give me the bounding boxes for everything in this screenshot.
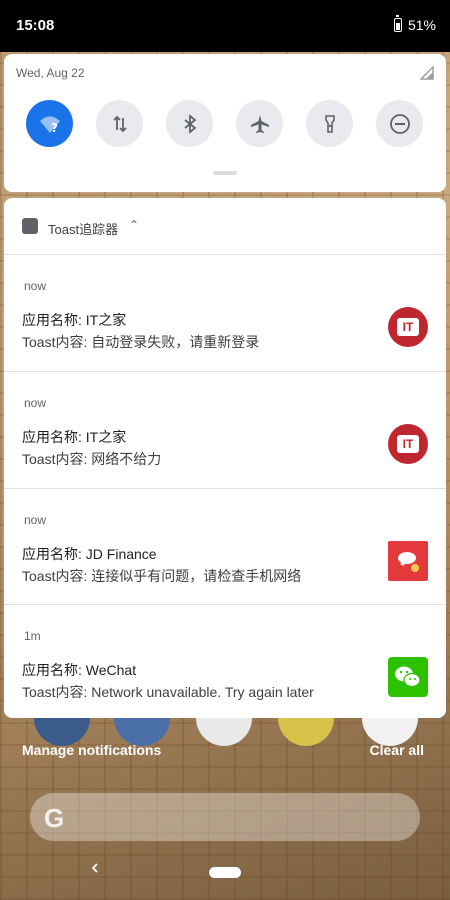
- notification-item[interactable]: now 应用名称: IT之家 Toast内容: 网络不给力 IT: [4, 372, 446, 488]
- wifi-icon: ?: [39, 116, 60, 135]
- notification-time: now: [24, 279, 47, 293]
- wifi-tile[interactable]: ?: [26, 100, 73, 147]
- do-not-disturb-icon: [389, 113, 410, 134]
- ithome-icon: IT: [388, 307, 428, 347]
- notification-item[interactable]: now 应用名称: JD Finance Toast内容: 连接似乎有问题，请检…: [4, 489, 446, 605]
- bluetooth-tile[interactable]: [166, 100, 213, 147]
- airplane-icon: [250, 114, 269, 133]
- battery-icon: [393, 15, 402, 32]
- notification-text: Toast内容: 连接似乎有问题，请检查手机网络: [22, 568, 302, 584]
- notification-text: Toast内容: 自动登录失败，请重新登录: [22, 334, 260, 350]
- bluetooth-icon: [183, 113, 196, 134]
- notification-item[interactable]: 1m 应用名称: WeChat Toast内容: Network unavail…: [4, 605, 446, 718]
- search-icon: [22, 218, 38, 234]
- home-pill[interactable]: [209, 867, 241, 878]
- dnd-tile[interactable]: [376, 100, 423, 147]
- quick-settings-panel: Wed, Aug 22 ?: [4, 54, 446, 192]
- chevron-up-icon[interactable]: ⌃: [129, 218, 139, 232]
- status-bar: 15:08 51%: [0, 0, 450, 52]
- notification-group-title: Toast追踪器: [48, 222, 119, 237]
- notification-text: Toast内容: 网络不给力: [22, 451, 162, 467]
- flashlight-tile[interactable]: [306, 100, 353, 147]
- airplane-tile[interactable]: [236, 100, 283, 147]
- data-tile[interactable]: [96, 100, 143, 147]
- notification-group-header[interactable]: Toast追踪器 ⌃: [4, 198, 446, 254]
- notification-time: now: [24, 513, 47, 527]
- notification-title: 应用名称: JD Finance: [22, 546, 157, 562]
- wechat-glyph: [395, 666, 421, 688]
- svg-text:?: ?: [51, 121, 58, 135]
- notification-time: now: [24, 396, 47, 410]
- qs-date[interactable]: Wed, Aug 22: [16, 66, 85, 80]
- google-search-bar[interactable]: G: [30, 793, 420, 841]
- ithome-icon-label: IT: [397, 318, 419, 336]
- back-icon[interactable]: [90, 863, 100, 873]
- ithome-icon-label: IT: [397, 435, 419, 453]
- status-time: 15:08: [16, 17, 55, 34]
- flashlight-icon: [324, 114, 335, 133]
- quick-settings-row: ?: [26, 100, 423, 147]
- ithome-icon: IT: [388, 424, 428, 464]
- notification-item[interactable]: now 应用名称: IT之家 Toast内容: 自动登录失败，请重新登录 IT: [4, 255, 446, 371]
- notification-time: 1m: [24, 629, 41, 643]
- notification-title: 应用名称: IT之家: [22, 312, 127, 328]
- notification-title: 应用名称: IT之家: [22, 429, 127, 445]
- notification-title: 应用名称: WeChat: [22, 662, 137, 678]
- qs-drag-handle[interactable]: [213, 171, 237, 175]
- data-transfer-icon: [112, 115, 127, 132]
- jd-finance-glyph: [398, 552, 419, 572]
- status-right: 51%: [393, 15, 436, 33]
- battery-percent: 51%: [407, 17, 436, 33]
- signal-icon: [420, 66, 434, 80]
- wechat-icon: [388, 657, 428, 697]
- manage-notifications-button[interactable]: Manage notifications: [22, 742, 161, 758]
- jd-finance-icon: [388, 541, 428, 581]
- clear-all-button[interactable]: Clear all: [370, 742, 424, 758]
- notification-card: Toast追踪器 ⌃ now 应用名称: IT之家 Toast内容: 自动登录失…: [4, 198, 446, 718]
- notification-text: Toast内容: Network unavailable. Try again …: [22, 684, 314, 700]
- google-logo-icon: G: [44, 803, 65, 833]
